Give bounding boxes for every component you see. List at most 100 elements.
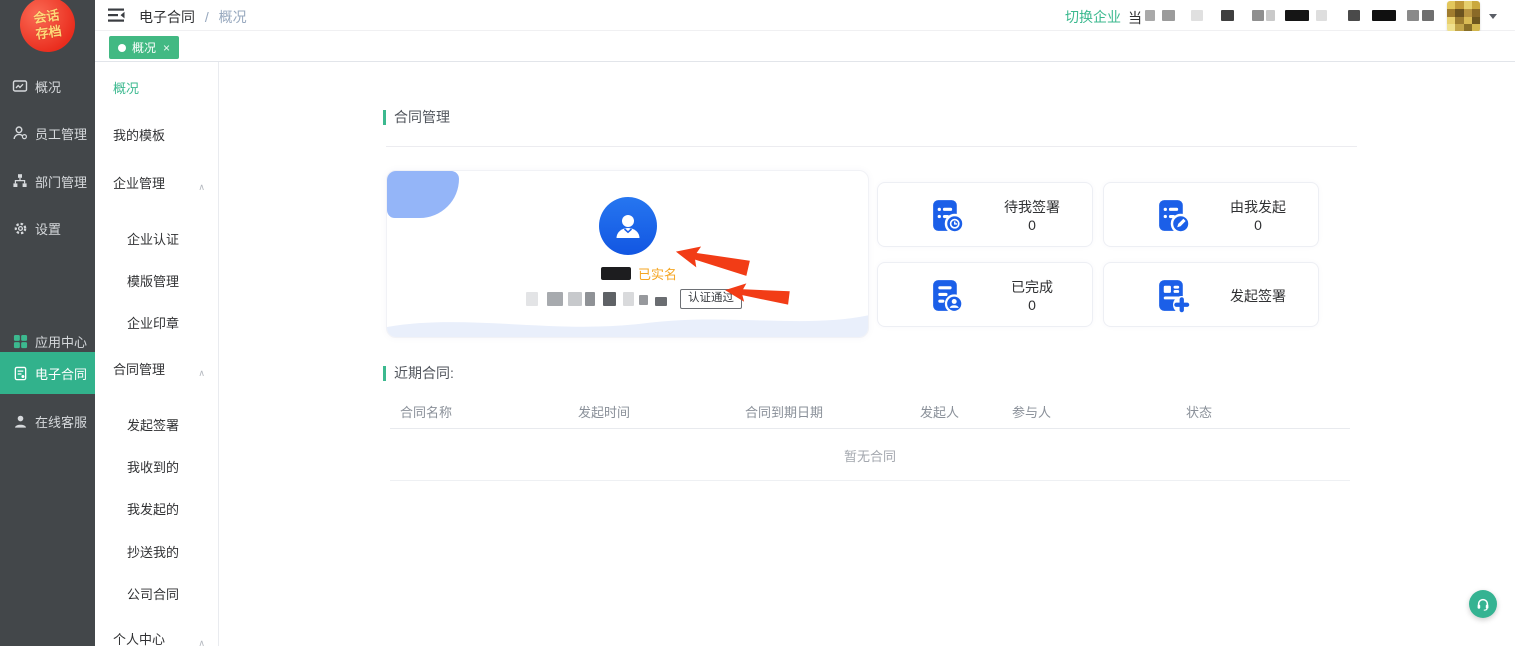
stat-text: 待我签署 0 [974,183,1090,248]
doc-stamp-icon [928,277,965,314]
submenu-label: 我的模板 [113,128,165,143]
submenu-item-received[interactable]: 我收到的 [95,458,218,478]
stat-card-completed[interactable]: 已完成 0 [877,262,1093,327]
employee-icon [12,125,28,141]
submenu-group-contract-mgmt[interactable]: 合同管理 ∧ [95,360,218,380]
submenu-item-cc-to-me[interactable]: 抄送我的 [95,543,218,563]
stat-card-awaiting-my-signature[interactable]: 待我签署 0 [877,182,1093,247]
section-title-text: 合同管理 [394,107,450,127]
sidebar-item-overview[interactable]: 概况 [0,72,95,100]
chevron-up-icon[interactable]: ∧ [198,363,205,383]
submenu-label: 发起签署 [127,418,179,433]
submenu-label: 我发起的 [127,502,179,517]
submenu-label: 模版管理 [127,274,179,289]
table-header-status: 状态 [1186,402,1212,421]
department-icon [12,173,28,189]
sidebar-item-label: 应用中心 [35,332,87,351]
chevron-up-icon[interactable]: ∧ [198,177,205,197]
sidebar-item-label: 设置 [35,219,61,238]
submenu-item-enterprise-seal[interactable]: 企业印章 [95,314,218,334]
top-header: 电子合同 / 概况 切换企业 当 [95,0,1515,31]
avatar-mosaic-cell [1455,1,1463,9]
sidebar-item-label: 概况 [35,77,61,96]
submenu-item-initiate-sign[interactable]: 发起签署 [95,416,218,436]
user-avatar[interactable] [1447,1,1480,32]
breadcrumb-level1[interactable]: 电子合同 [139,9,195,25]
service-icon [12,413,28,429]
sidebar-item-label: 在线客服 [35,412,87,431]
current-company-prefix: 当 [1128,8,1142,28]
submenu-label: 企业管理 [113,176,165,191]
sidebar-item-app-center[interactable]: 应用中心 [0,327,95,355]
breadcrumb-level2: 概况 [219,9,247,25]
sidebar-item-label: 电子合同 [35,364,87,383]
submenu-item-enterprise-cert[interactable]: 企业认证 [95,230,218,250]
submenu-label: 个人中心 [113,632,165,646]
tab-overview[interactable]: 概况 × [109,36,179,59]
avatar-mosaic-cell [1464,1,1472,9]
tab-close-icon[interactable]: × [163,42,170,54]
avatar-mosaic-cell [1464,17,1472,25]
table-bottom-divider [390,480,1350,481]
submenu-item-my-templates[interactable]: 我的模板 [95,126,218,146]
sidebar-item-online-service[interactable]: 在线客服 [0,407,95,435]
logo-text-line2: 存档 [35,23,63,42]
table-header-expiry-date: 合同到期日期 [745,402,823,421]
submenu-item-overview[interactable]: 概况 [95,79,218,99]
submenu-label: 合同管理 [113,362,165,377]
card-corner-decoration [387,171,459,218]
submenu-group-personal-center[interactable]: 个人中心 ∧ [95,630,218,646]
redacted-block [585,292,595,306]
stat-value: 0 [1028,216,1036,234]
avatar-mosaic-cell [1455,17,1463,25]
stat-card-initiated-by-me[interactable]: 由我发起 0 [1103,182,1319,247]
user-menu-caret-icon[interactable] [1489,14,1497,19]
stat-text: 发起签署 [1200,263,1316,328]
redacted-user-name [601,267,631,280]
submenu-label: 我收到的 [127,460,179,475]
sidebar-item-label: 部门管理 [35,172,87,191]
submenu-item-template-mgmt[interactable]: 模版管理 [95,272,218,292]
stat-card-initiate-signing[interactable]: 发起签署 [1103,262,1319,327]
switch-company-link[interactable]: 切换企业 [1065,7,1121,27]
submenu-item-initiated-by-me[interactable]: 我发起的 [95,500,218,520]
table-header-participants: 参与人 [1012,402,1051,421]
redacted-block [1372,10,1396,21]
doc-clock-icon [928,197,965,234]
submenu-label: 企业印章 [127,316,179,331]
profile-avatar [599,197,657,255]
submenu-item-company-contracts[interactable]: 公司合同 [95,585,218,605]
app-logo: 会话 存档 [16,0,78,56]
avatar-mosaic-cell [1447,9,1455,17]
redacted-block [1162,10,1175,21]
redacted-block [639,295,648,305]
collapse-sidebar-icon[interactable] [108,8,125,23]
sidebar-item-departments[interactable]: 部门管理 [0,167,95,195]
realname-badge: 已实名 [638,264,677,283]
sidebar-item-e-contract[interactable]: 电子合同 [0,352,95,394]
redacted-block [1422,10,1434,21]
sidebar-item-employees[interactable]: 员工管理 [0,119,95,147]
redacted-block [1348,10,1360,21]
tags-view-bar: 概况 × [95,31,1515,62]
main-content: 合同管理 已实名 认证通过 [219,62,1515,646]
profile-card: 已实名 认证通过 [386,170,869,338]
section-title-recent-contracts: 近期合同: [383,363,454,383]
section-title-text: 近期合同: [394,363,454,383]
redacted-block [547,292,563,306]
avatar-mosaic-cell [1464,9,1472,17]
submenu-group-enterprise-mgmt[interactable]: 企业管理 ∧ [95,174,218,194]
submenu-label: 企业认证 [127,232,179,247]
customer-service-button[interactable] [1469,590,1497,618]
chevron-up-icon[interactable]: ∧ [198,633,205,646]
sidebar-item-settings[interactable]: 设置 [0,214,95,242]
table-empty-state: 暂无合同 [390,446,1350,465]
avatar-mosaic-cell [1472,17,1480,25]
stat-value: 0 [1028,296,1036,314]
avatar-mosaic-cell [1447,17,1455,25]
redacted-block [1191,10,1203,21]
apps-icon [12,333,28,349]
redacted-company-name [95,0,1515,31]
redacted-block [1285,10,1309,21]
breadcrumb: 电子合同 / 概况 [139,7,247,27]
